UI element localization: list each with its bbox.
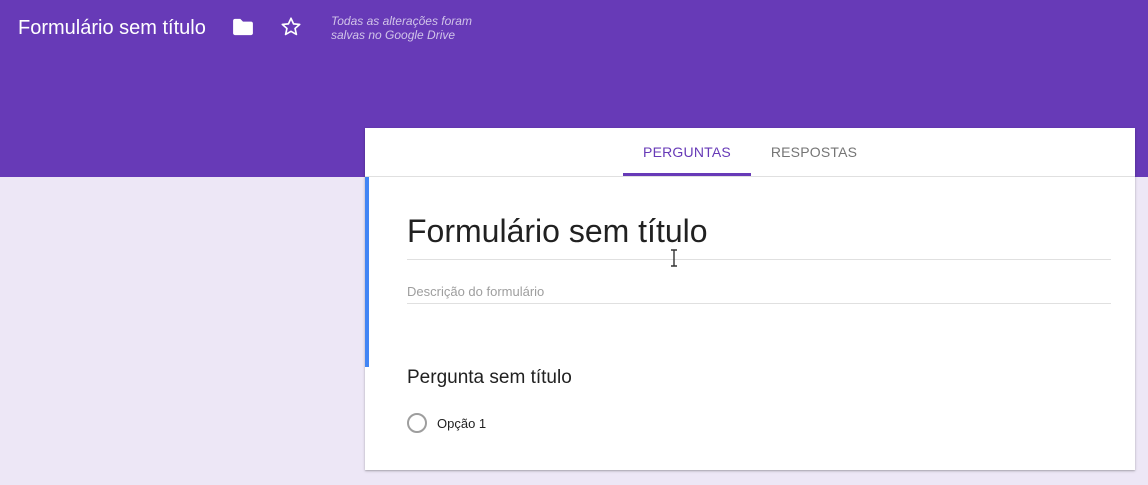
active-tab-indicator xyxy=(623,173,751,176)
form-card: PERGUNTAS RESPOSTAS Formulário sem títul… xyxy=(365,128,1135,470)
question-title-field[interactable]: Pergunta sem título xyxy=(407,366,1087,390)
focus-accent-bar xyxy=(365,177,369,367)
radio-button[interactable] xyxy=(407,413,427,433)
forms-editor: Formulário sem título Todas as alteraçõe… xyxy=(0,0,1148,485)
option-label[interactable]: Opção 1 xyxy=(437,416,486,431)
folder-icon[interactable] xyxy=(231,15,255,39)
star-icon[interactable] xyxy=(279,15,303,39)
option-row: Opção 1 xyxy=(407,412,486,434)
tab-bar: PERGUNTAS RESPOSTAS xyxy=(365,128,1135,177)
form-header-section[interactable]: Formulário sem título Descrição do formu… xyxy=(365,177,1135,367)
save-status-text: Todas as alterações foram salvas no Goog… xyxy=(331,14,472,42)
form-title-input[interactable]: Formulário sem título xyxy=(407,209,1111,260)
document-title[interactable]: Formulário sem título xyxy=(18,16,206,40)
form-description-field[interactable]: Descrição do formulário xyxy=(407,284,1111,304)
tab-respostas[interactable]: RESPOSTAS xyxy=(751,128,877,176)
tab-perguntas[interactable]: PERGUNTAS xyxy=(623,128,751,176)
text-cursor-icon xyxy=(670,249,678,267)
